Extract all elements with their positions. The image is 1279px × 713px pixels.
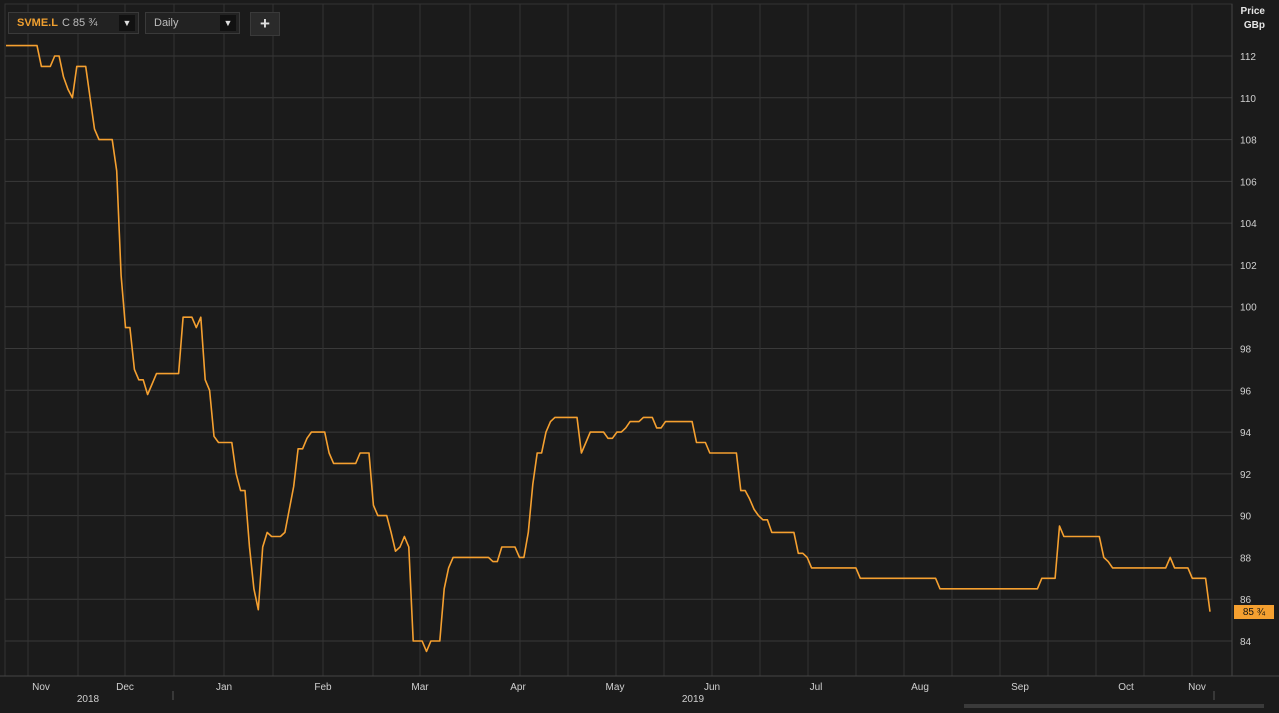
y-tick-label: 96 [1240, 386, 1252, 397]
close-value: 85 ¾ [72, 17, 98, 29]
y-tick-label: 84 [1240, 637, 1252, 648]
y-tick-label: 106 [1240, 177, 1257, 188]
y-tick-label: 94 [1240, 428, 1252, 439]
y-tick-label: 108 [1240, 136, 1257, 147]
chart-background [0, 0, 1279, 708]
y-tick-label: 88 [1240, 553, 1252, 564]
x-tick-label: Sep [1011, 682, 1029, 693]
chevron-down-icon[interactable]: ▼ [119, 15, 135, 31]
x-year-label: 2019 [682, 694, 705, 705]
scrollbar[interactable] [964, 704, 1264, 708]
x-tick-label: Feb [314, 682, 332, 693]
chart-canvas[interactable]: 8486889092949698100102104106108110112Nov… [0, 0, 1279, 708]
y-tick-label: 104 [1240, 219, 1257, 230]
x-tick-label: Mar [411, 682, 429, 693]
x-tick-label: Dec [116, 682, 134, 693]
close-prefix: C [61, 17, 70, 29]
symbol-label: SVME.L [17, 17, 58, 29]
x-tick-label: May [606, 682, 625, 693]
x-tick-label: Jan [216, 682, 232, 693]
y-axis-title: Price GBp [1241, 5, 1265, 33]
chevron-down-icon[interactable]: ▼ [220, 15, 236, 31]
x-tick-label: Aug [911, 682, 929, 693]
interval-label: Daily [154, 17, 179, 29]
last-price-badge: 85 ¾ [1234, 605, 1274, 619]
y-tick-label: 102 [1240, 261, 1257, 272]
x-tick-label: Apr [510, 682, 526, 693]
price-chart[interactable]: 84 86 88 90 92 94 96 98 100 102 104 106 108 110 112 Nov… [0, 0, 1279, 708]
y-tick-label: 90 [1240, 512, 1252, 523]
interval-selector[interactable]: Daily ▼ [145, 12, 240, 34]
y-tick-label: 112 [1240, 52, 1256, 63]
symbol-selector[interactable]: SVME.L C 85 ¾ ▼ [8, 12, 139, 34]
x-tick-label: Nov [1188, 682, 1206, 693]
y-tick-label: 110 [1240, 94, 1256, 105]
y-tick-label: 98 [1240, 345, 1252, 356]
x-tick-label: Jul [810, 682, 823, 693]
y-axis-title-line1: Price [1240, 6, 1265, 17]
x-year-label: 2018 [77, 694, 100, 705]
x-tick-label: Jun [704, 682, 720, 693]
x-tick-label: Nov [32, 682, 50, 693]
y-tick-label: 92 [1240, 470, 1252, 481]
y-axis-title-line2: GBp [1243, 20, 1265, 31]
add-button[interactable]: + [250, 12, 280, 36]
x-tick-label: Oct [1118, 682, 1134, 693]
chart-toolbar: SVME.L C 85 ¾ ▼ Daily ▼ + [8, 12, 280, 36]
y-tick-label: 100 [1240, 303, 1257, 314]
